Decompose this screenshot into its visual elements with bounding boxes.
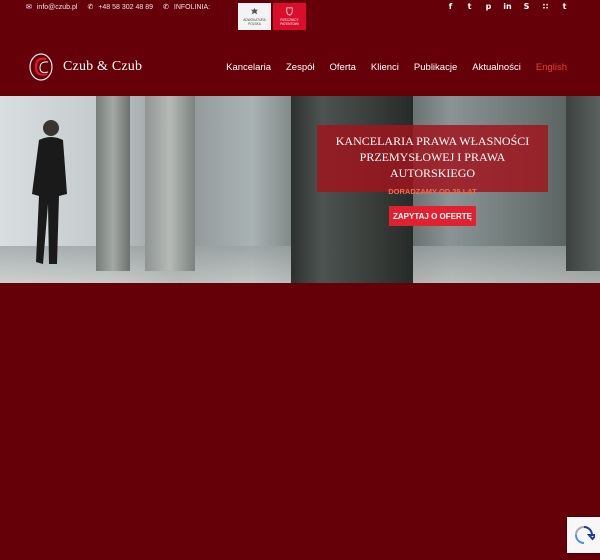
twitter-icon[interactable]: t (460, 2, 479, 12)
tumblr-icon[interactable]: t (555, 2, 574, 12)
main-nav: Kancelaria Zespół Oferta Klienci Publika… (211, 62, 567, 73)
hero-pillar (145, 96, 195, 271)
nav-item-english[interactable]: English (536, 62, 567, 73)
envelope-icon: ✉ (26, 4, 32, 11)
email-text: info@czub.pl (36, 3, 78, 11)
rss-icon[interactable]: ∷ (536, 2, 555, 12)
eagle-emblem-icon (250, 7, 259, 15)
infolinia-text: INFOLINIA: (173, 3, 211, 11)
phone-icon-infolinia: ✆ (163, 4, 169, 11)
skype-icon[interactable]: S (517, 2, 536, 12)
nav-item-publikacje[interactable]: Publikacje (414, 62, 457, 73)
site-header: Czub & Czub Kancelaria Zespół Oferta Kli… (0, 34, 600, 96)
pinterest-icon[interactable]: p (479, 2, 498, 12)
logo-text: Czub & Czub (63, 59, 143, 74)
social-links: f t p in S ∷ t (441, 2, 574, 12)
hero-subtitle: DORADZAMY OD 25 LAT (388, 187, 477, 196)
contact-info: ✉ info@czub.pl ✆ +48 58 302 48 89 ✆ INFO… (26, 3, 220, 12)
logo-mark-icon (29, 53, 53, 81)
hero-pillar (566, 96, 600, 271)
rzecznicy-badge[interactable]: RZECZNICY PATENTOWI (273, 3, 306, 30)
phone-link[interactable]: ✆ +48 58 302 48 89 (87, 3, 154, 12)
hero-text-box: KANCELARIA PRAWA WŁASNOŚCI PRZEMYSŁOWEJ … (317, 125, 548, 196)
adwokatura-label: ADWOKATURA POLSKA (243, 18, 266, 26)
nav-item-zespol[interactable]: Zespół (286, 62, 315, 73)
hero-title-line1: KANCELARIA PRAWA WŁASNOŚCI (335, 134, 530, 148)
email-link[interactable]: ✉ info@czub.pl (26, 3, 78, 12)
phone-icon: ✆ (87, 4, 94, 11)
top-bar: ✉ info@czub.pl ✆ +48 58 302 48 89 ✆ INFO… (0, 0, 600, 34)
hero-title-line2: PRZEMYSŁOWEJ I PRAWA AUTORSKIEGO (359, 150, 506, 180)
nav-item-aktualnosci[interactable]: Aktualności (472, 62, 521, 73)
adwokatura-badge[interactable]: ADWOKATURA POLSKA (238, 3, 271, 30)
hero-banner: KANCELARIA PRAWA WŁASNOŚCI PRZEMYSŁOWEJ … (0, 96, 600, 283)
membership-badges: ADWOKATURA POLSKA RZECZNICY PATENTOWI (238, 3, 306, 30)
crest-emblem-icon (286, 7, 293, 16)
hero-pillar (96, 96, 130, 271)
recaptcha-badge[interactable] (567, 517, 600, 553)
infolinia-link[interactable]: ✆ INFOLINIA: (163, 3, 211, 12)
logo[interactable]: Czub & Czub (28, 52, 142, 82)
nav-item-klienci[interactable]: Klienci (371, 62, 399, 73)
request-offer-button[interactable]: ZAPYTAJ O OFERTĘ (389, 206, 476, 226)
nav-item-kancelaria[interactable]: Kancelaria (226, 62, 271, 73)
phone-text: +48 58 302 48 89 (98, 3, 154, 11)
recaptcha-icon (574, 526, 595, 544)
rzecznicy-label: RZECZNICY PATENTOWI (280, 18, 299, 26)
walking-person-image (32, 120, 67, 264)
linkedin-icon[interactable]: in (498, 2, 517, 12)
facebook-icon[interactable]: f (441, 2, 460, 12)
nav-item-oferta[interactable]: Oferta (330, 62, 356, 73)
